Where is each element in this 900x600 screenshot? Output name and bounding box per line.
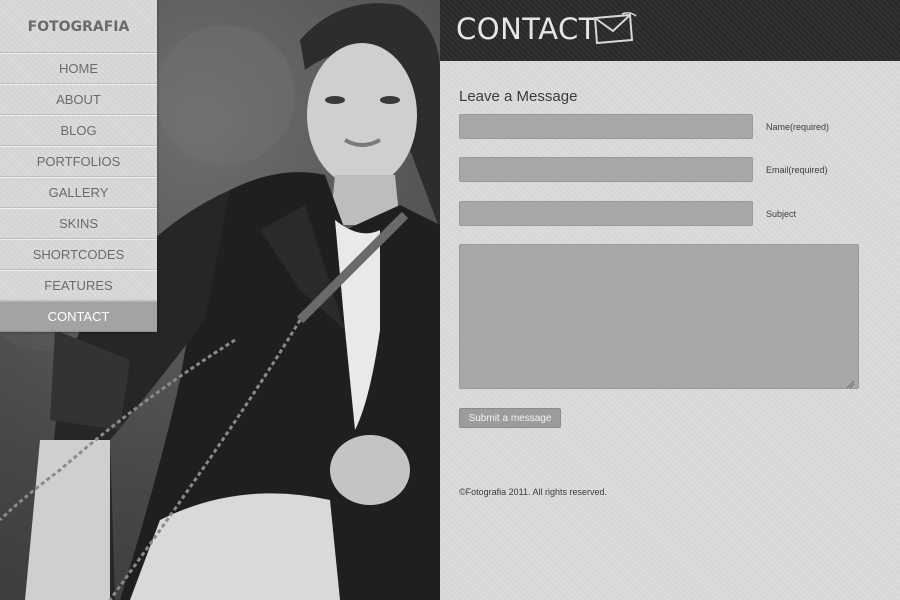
message-textarea[interactable] [459,244,859,389]
nav-item-shortcodes[interactable]: SHORTCODES [0,239,157,270]
nav-item-contact[interactable]: CONTACT [0,301,157,332]
nav-item-portfolios[interactable]: PORTFOLIOS [0,146,157,177]
name-label: Name(required) [766,122,830,132]
subject-input[interactable] [459,201,753,226]
name-input[interactable] [459,114,753,139]
nav-item-blog[interactable]: BLOG [0,115,157,146]
main-menu: HOME ABOUT BLOG PORTFOLIOS GALLERY SKINS… [0,53,157,332]
nav-item-about[interactable]: ABOUT [0,84,157,115]
page: FOTOGRAFIA HOME ABOUT BLOG PORTFOLIOS GA… [0,0,900,600]
resize-grip-icon[interactable] [846,376,855,394]
envelope-icon [592,12,638,51]
email-label: Email(required) [766,165,828,175]
page-header: CONTACT [440,0,900,61]
sidebar-navigation: FOTOGRAFIA HOME ABOUT BLOG PORTFOLIOS GA… [0,0,157,332]
nav-item-features[interactable]: FEATURES [0,270,157,301]
nav-item-skins[interactable]: SKINS [0,208,157,239]
email-input[interactable] [459,157,753,182]
site-logo[interactable]: FOTOGRAFIA [0,0,157,53]
nav-item-home[interactable]: HOME [0,53,157,84]
page-title: CONTACT [456,12,598,46]
form-heading: Leave a Message [459,88,578,105]
subject-label: Subject [766,209,797,219]
submit-message-button[interactable]: Submit a message [459,408,561,428]
copyright-text: ©Fotografia 2011. All rights reserved. [459,487,608,497]
nav-item-gallery[interactable]: GALLERY [0,177,157,208]
contact-panel: CONTACT Leave a Message Name(required) E… [440,0,900,600]
